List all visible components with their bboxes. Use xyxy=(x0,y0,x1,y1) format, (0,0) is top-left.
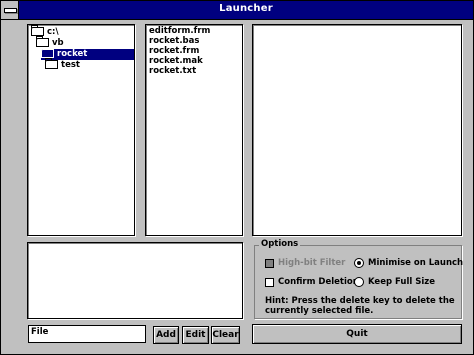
notes-area[interactable] xyxy=(27,242,243,319)
folder-open-icon xyxy=(41,47,54,58)
confirm-deletions-label: Confirm Deletions xyxy=(278,277,364,287)
launcher-window: Launcher c:\ vb rocket test editform.frm… xyxy=(0,0,474,355)
add-button[interactable]: Add xyxy=(153,326,179,344)
system-menu-button[interactable] xyxy=(1,1,19,19)
high-bit-filter-label: High-bit Filter xyxy=(278,258,346,268)
window-title: Launcher xyxy=(219,3,273,14)
keep-full-size-label: Keep Full Size xyxy=(368,277,435,287)
hint-text: Hint: Press the delete key to delete the… xyxy=(265,296,455,316)
keep-full-size-radio[interactable] xyxy=(354,277,364,287)
confirm-deletions-checkbox[interactable] xyxy=(265,278,274,287)
edit-button[interactable]: Edit xyxy=(182,326,209,344)
clear-button[interactable]: Clear xyxy=(211,326,240,344)
quit-button[interactable]: Quit xyxy=(252,324,462,344)
file-item[interactable]: rocket.frm xyxy=(149,46,199,56)
folder-open-icon xyxy=(31,25,44,36)
high-bit-filter-checkbox[interactable] xyxy=(265,259,274,268)
file-name-input[interactable]: File xyxy=(28,325,146,343)
file-item[interactable]: rocket.bas xyxy=(149,36,199,46)
file-item[interactable]: editform.frm xyxy=(149,26,210,36)
folder-open-icon xyxy=(36,36,49,47)
file-item[interactable]: rocket.txt xyxy=(149,66,196,76)
minimise-on-launch-radio[interactable] xyxy=(354,258,364,268)
file-item[interactable]: rocket.mak xyxy=(149,56,203,66)
file-list[interactable]: editform.frm rocket.bas rocket.frm rocke… xyxy=(145,24,243,236)
directory-tree[interactable]: c:\ vb rocket test xyxy=(27,24,135,236)
folder-icon xyxy=(45,58,58,69)
tree-item-test[interactable]: test xyxy=(45,58,80,71)
file-preview[interactable] xyxy=(252,24,462,236)
radio-selected-dot xyxy=(357,261,361,265)
tree-item-rocket[interactable]: rocket xyxy=(41,47,134,60)
system-menu-icon xyxy=(4,8,17,13)
options-group-label: Options xyxy=(259,239,301,249)
minimise-on-launch-label: Minimise on Launch xyxy=(368,258,464,268)
title-bar[interactable]: Launcher xyxy=(1,1,473,20)
